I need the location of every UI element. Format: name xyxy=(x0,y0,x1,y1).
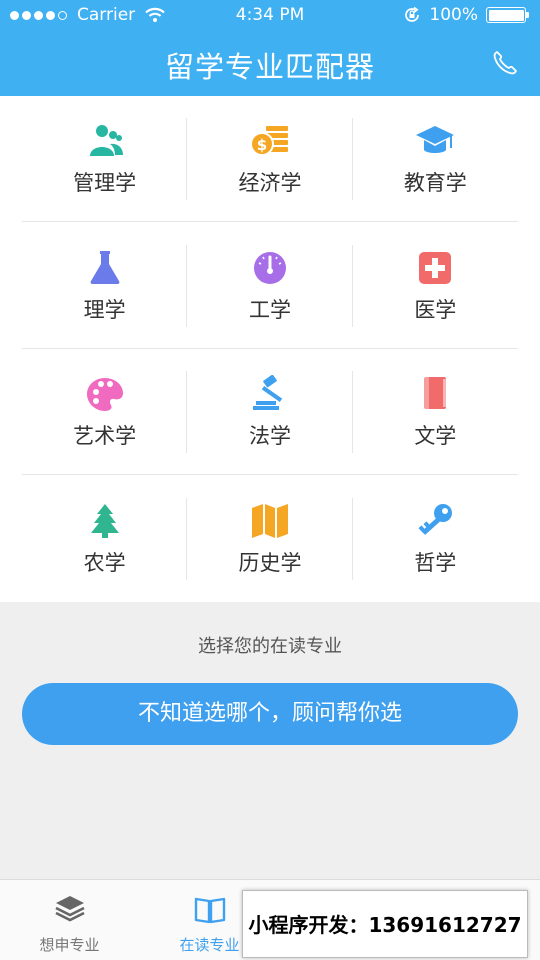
people-icon xyxy=(89,125,123,156)
category-item[interactable]: 工学 xyxy=(187,223,353,349)
consultant-help-button[interactable]: 不知道选哪个，顾问帮你选 xyxy=(22,683,518,745)
category-label: 文学 xyxy=(414,424,457,448)
graduation-cap-icon xyxy=(416,126,455,153)
tab-label: 想申专业 xyxy=(39,936,100,954)
category-row: 管理学 $ 经济学 教育学 xyxy=(22,96,518,222)
battery-icon xyxy=(486,7,529,23)
gavel-icon xyxy=(252,375,283,410)
category-label: 医学 xyxy=(414,297,457,322)
open-book-icon xyxy=(194,897,225,924)
category-label: 理学 xyxy=(83,297,126,322)
category-label: 法学 xyxy=(248,424,291,448)
category-item[interactable]: 教育学 xyxy=(353,96,518,222)
svg-text:$: $ xyxy=(257,136,267,154)
category-label: 历史学 xyxy=(238,550,302,575)
category-item[interactable]: $ 经济学 xyxy=(187,96,353,222)
category-row: 农学 历史学 哲学 xyxy=(22,476,518,602)
layers-icon xyxy=(54,896,85,922)
medical-cross-icon xyxy=(419,251,452,284)
category-item[interactable]: 哲学 xyxy=(353,476,518,602)
orientation-lock-icon xyxy=(405,6,420,22)
category-item[interactable]: 艺术学 xyxy=(22,349,188,475)
phone-icon[interactable] xyxy=(490,48,520,78)
category-label: 农学 xyxy=(83,550,126,575)
select-major-hint: 选择您的在读专业 xyxy=(198,636,342,657)
flask-icon xyxy=(90,250,120,284)
category-label: 管理学 xyxy=(73,171,137,195)
map-icon xyxy=(251,503,288,538)
status-right: 100% xyxy=(403,5,529,25)
category-item[interactable]: 医学 xyxy=(353,223,518,349)
category-item[interactable]: 文学 xyxy=(353,349,518,475)
battery-percent: 100% xyxy=(429,5,478,25)
key-icon xyxy=(418,503,453,535)
category-item[interactable]: 管理学 xyxy=(22,96,188,222)
palette-icon xyxy=(86,378,123,411)
major-category-grid: 管理学 $ 经济学 教育学理学 工学 医学艺术学 法学 文学农学 历史学 哲学 xyxy=(0,96,540,602)
tab-intended-major[interactable]: 想申专业 xyxy=(2,880,137,960)
category-item[interactable]: 理学 xyxy=(22,223,188,349)
category-item[interactable]: 农学 xyxy=(22,476,188,602)
category-row: 理学 工学 医学 xyxy=(22,223,518,349)
category-label: 哲学 xyxy=(414,550,457,575)
book-icon xyxy=(424,377,447,409)
category-row: 艺术学 法学 文学 xyxy=(22,349,518,475)
category-item[interactable]: 法学 xyxy=(187,349,353,475)
top-bar: Carrier 4:34 PM 100% 留学专业匹配器 xyxy=(0,0,540,96)
category-label: 艺术学 xyxy=(73,424,137,448)
status-bar: Carrier 4:34 PM 100% xyxy=(0,0,540,30)
gauge-icon xyxy=(253,251,286,284)
tree-icon xyxy=(90,503,119,538)
category-label: 教育学 xyxy=(403,171,467,195)
category-label: 工学 xyxy=(248,297,291,322)
category-label: 经济学 xyxy=(238,171,302,195)
promo-overlay: 小程序开发：13691612727 xyxy=(242,890,528,958)
coins-icon: $ xyxy=(249,126,288,156)
page-title: 留学专业匹配器 xyxy=(164,50,375,84)
category-item[interactable]: 历史学 xyxy=(187,476,353,602)
